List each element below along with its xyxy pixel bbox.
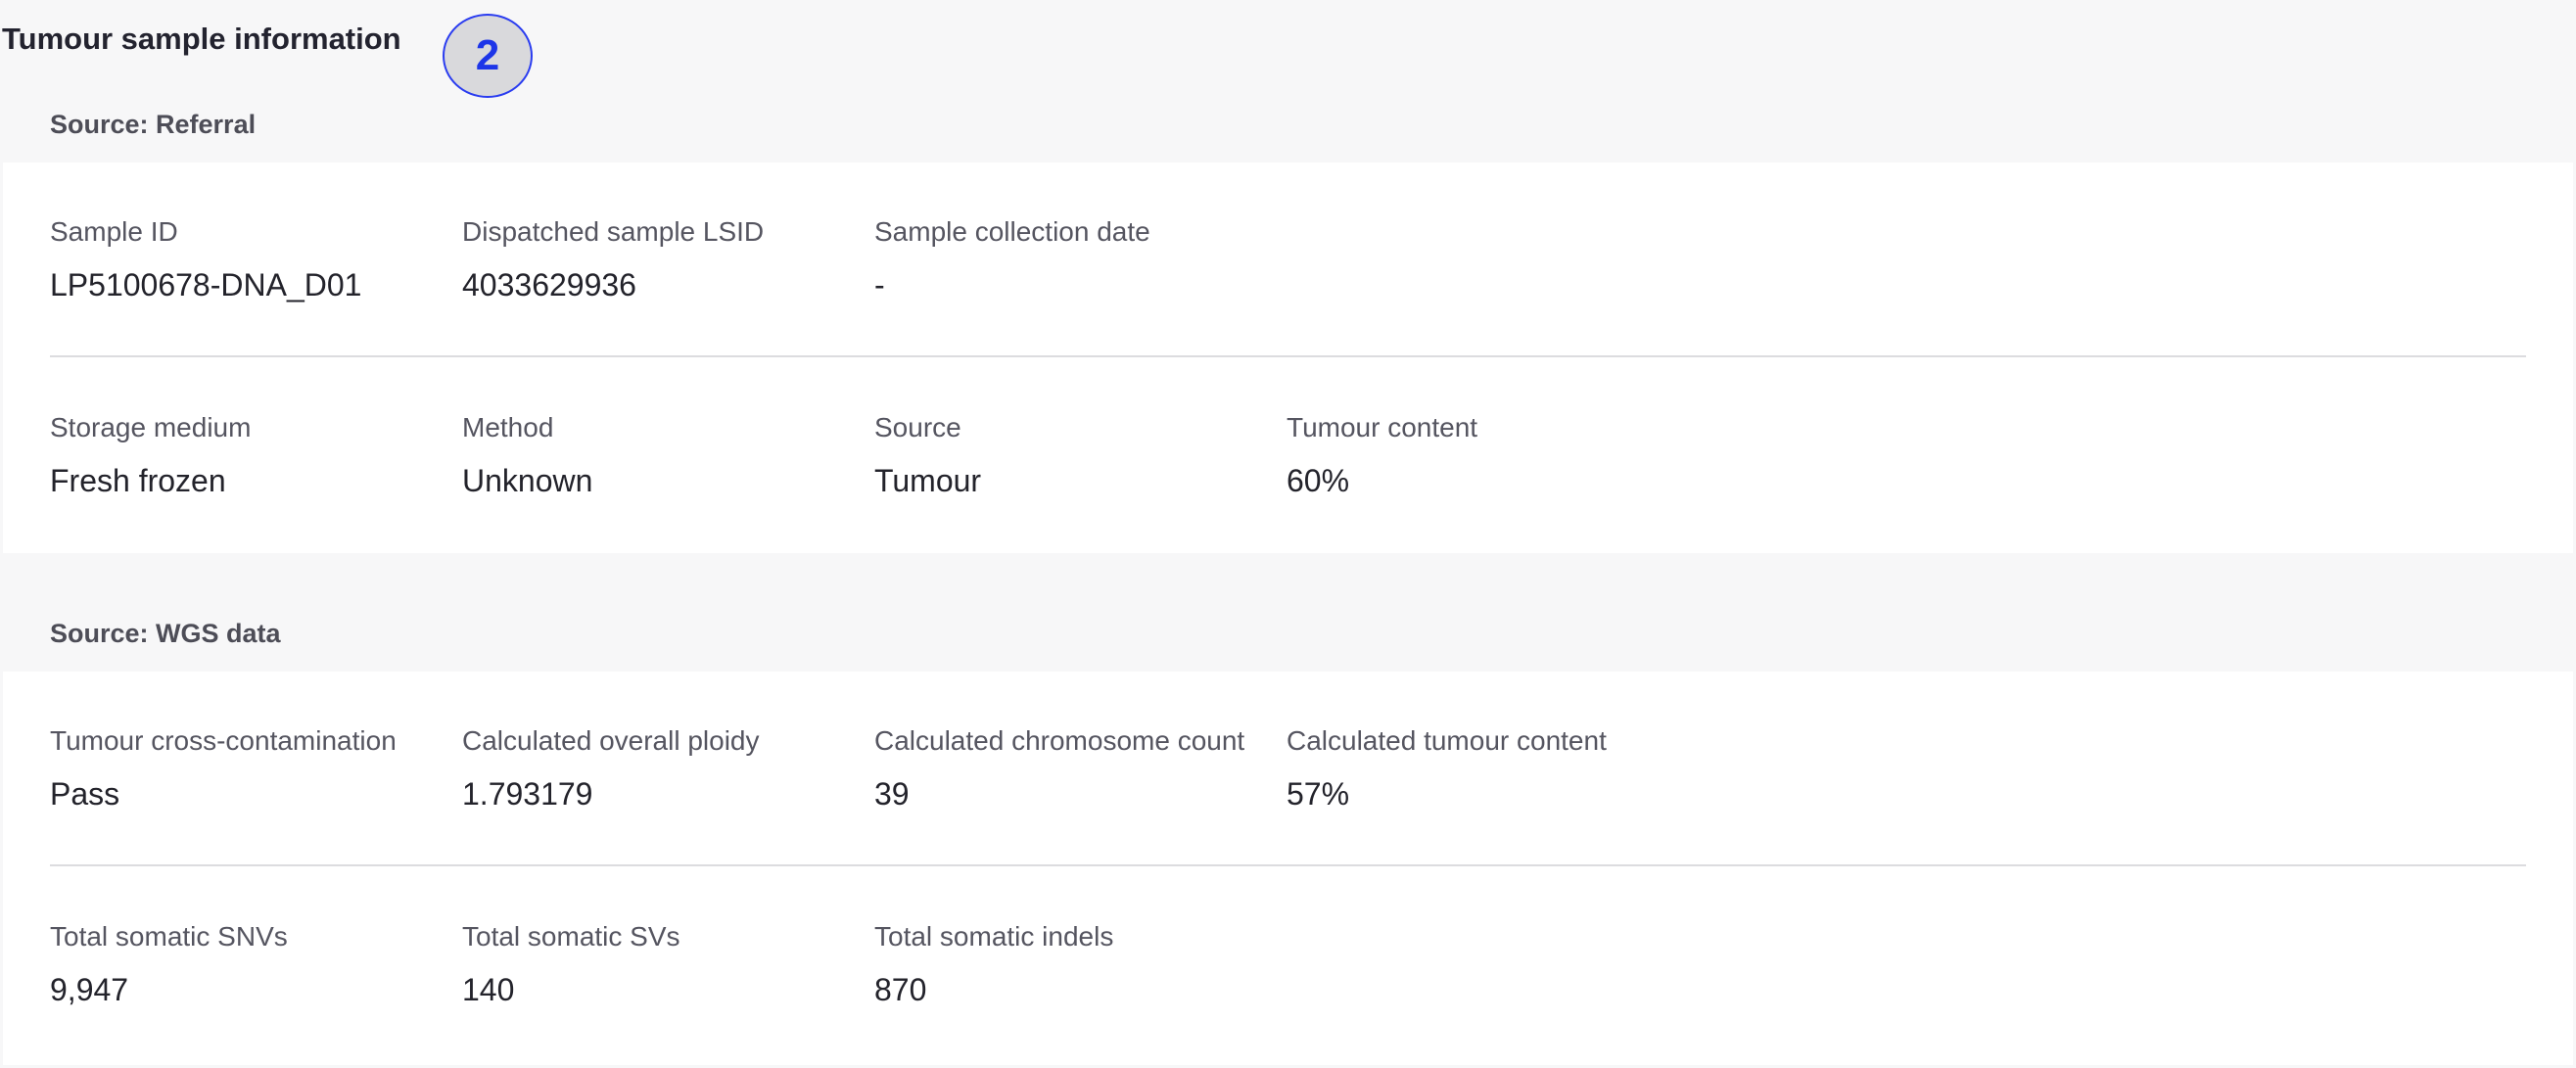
field-label: Calculated chromosome count bbox=[874, 725, 1245, 756]
field-method: Method Unknown bbox=[462, 411, 864, 499]
field-value: 39 bbox=[874, 776, 910, 812]
field-tumour-cross-contamination: Tumour cross-contamination Pass bbox=[50, 724, 451, 813]
referral-row-2: Storage medium Fresh frozen Method Unkno… bbox=[50, 411, 2526, 499]
field-label: Sample collection date bbox=[874, 216, 1150, 247]
field-label: Total somatic SNVs bbox=[50, 921, 288, 952]
field-value: Tumour bbox=[874, 463, 982, 498]
field-total-somatic-indels: Total somatic indels 870 bbox=[874, 920, 1276, 1008]
wgs-card: Tumour cross-contamination Pass Calculat… bbox=[3, 672, 2573, 1065]
wgs-divider bbox=[50, 864, 2526, 866]
field-value: 9,947 bbox=[50, 972, 129, 1007]
referral-source-heading: Source: Referral bbox=[50, 110, 257, 139]
field-value: 870 bbox=[874, 972, 927, 1007]
field-sample-id: Sample ID LP5100678-DNA_D01 bbox=[50, 215, 451, 303]
field-sample-collection-date: Sample collection date - bbox=[874, 215, 1276, 303]
field-label: Calculated tumour content bbox=[1287, 725, 1607, 756]
field-label: Sample ID bbox=[50, 216, 178, 247]
wgs-row-1: Tumour cross-contamination Pass Calculat… bbox=[50, 724, 2526, 813]
field-calculated-chromosome-count: Calculated chromosome count 39 bbox=[874, 724, 1276, 813]
field-total-somatic-snvs: Total somatic SNVs 9,947 bbox=[50, 920, 451, 1008]
wgs-row-2: Total somatic SNVs 9,947 Total somatic S… bbox=[50, 920, 2526, 1008]
wgs-source-heading: Source: WGS data bbox=[50, 619, 281, 648]
field-label: Method bbox=[462, 412, 554, 442]
field-value: - bbox=[874, 267, 885, 302]
field-label: Tumour content bbox=[1287, 412, 1478, 442]
field-storage-medium: Storage medium Fresh frozen bbox=[50, 411, 451, 499]
field-label: Source bbox=[874, 412, 961, 442]
field-dispatched-sample-lsid: Dispatched sample LSID 4033629936 bbox=[462, 215, 864, 303]
field-value: Pass bbox=[50, 776, 120, 812]
referral-card: Sample ID LP5100678-DNA_D01 Dispatched s… bbox=[3, 163, 2573, 553]
field-value: Fresh frozen bbox=[50, 463, 226, 498]
field-value: 4033629936 bbox=[462, 267, 636, 302]
field-value: 140 bbox=[462, 972, 515, 1007]
field-value: 60% bbox=[1287, 463, 1350, 498]
field-total-somatic-svs: Total somatic SVs 140 bbox=[462, 920, 864, 1008]
field-label: Total somatic indels bbox=[874, 921, 1114, 952]
field-value: LP5100678-DNA_D01 bbox=[50, 267, 362, 302]
field-label: Calculated overall ploidy bbox=[462, 725, 760, 756]
field-value: 1.793179 bbox=[462, 776, 593, 812]
field-value: Unknown bbox=[462, 463, 593, 498]
field-label: Tumour cross-contamination bbox=[50, 725, 397, 756]
page-title: Tumour sample information bbox=[2, 22, 401, 56]
step-badge: 2 bbox=[443, 14, 533, 98]
field-tumour-content: Tumour content 60% bbox=[1287, 411, 1688, 499]
field-label: Dispatched sample LSID bbox=[462, 216, 765, 247]
field-calculated-overall-ploidy: Calculated overall ploidy 1.793179 bbox=[462, 724, 864, 813]
field-source: Source Tumour bbox=[874, 411, 1276, 499]
field-value: 57% bbox=[1287, 776, 1350, 812]
referral-divider bbox=[50, 355, 2526, 357]
field-label: Total somatic SVs bbox=[462, 921, 680, 952]
field-label: Storage medium bbox=[50, 412, 252, 442]
referral-row-1: Sample ID LP5100678-DNA_D01 Dispatched s… bbox=[50, 215, 2526, 303]
field-calculated-tumour-content: Calculated tumour content 57% bbox=[1287, 724, 1688, 813]
